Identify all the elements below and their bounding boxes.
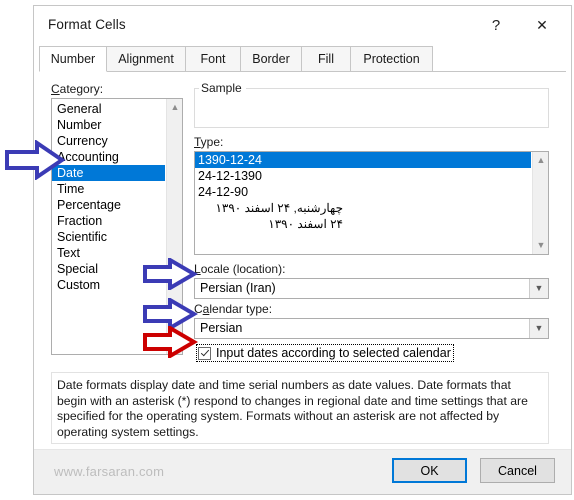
tab-font[interactable]: Font [185, 46, 241, 72]
type-item-3[interactable]: 24-12-90 [195, 184, 531, 200]
sample-groupbox [194, 88, 549, 128]
type-items: 1390-12-24 24-12-1390 24-12-90 چهارشنبه,… [195, 152, 531, 232]
category-item-currency[interactable]: Currency [52, 133, 165, 149]
input-dates-checkbox-label: Input dates according to selected calend… [216, 346, 451, 360]
category-item-text[interactable]: Text [52, 245, 165, 261]
type-listbox[interactable]: 1390-12-24 24-12-1390 24-12-90 چهارشنبه,… [194, 151, 549, 255]
chevron-up-icon[interactable]: ▲ [167, 99, 182, 116]
calendar-type-combobox[interactable]: Persian ▼ [194, 318, 549, 339]
category-item-general[interactable]: General [52, 101, 165, 117]
locale-value: Persian (Iran) [200, 281, 276, 295]
category-item-special[interactable]: Special [52, 261, 165, 277]
chevron-down-icon[interactable]: ▼ [529, 279, 548, 298]
locale-combobox[interactable]: Persian (Iran) ▼ [194, 278, 549, 299]
category-item-percentage[interactable]: Percentage [52, 197, 165, 213]
category-item-scientific[interactable]: Scientific [52, 229, 165, 245]
type-item-4[interactable]: چهارشنبه, ۲۴ اسفند ۱۳۹۰ [195, 200, 531, 216]
category-listbox[interactable]: General Number Currency Accounting Date … [51, 98, 183, 355]
locale-label: Locale (location): [194, 262, 286, 276]
chevron-down-icon[interactable]: ▼ [533, 237, 548, 254]
category-item-accounting[interactable]: Accounting [52, 149, 165, 165]
type-scrollbar[interactable]: ▲ ▼ [532, 152, 548, 254]
input-dates-checkbox[interactable]: Input dates according to selected calend… [196, 344, 454, 362]
chevron-down-icon[interactable]: ▼ [529, 319, 548, 338]
category-scrollbar[interactable]: ▲ [166, 99, 182, 354]
format-cells-dialog: Format Cells ? ✕ Number Alignment Font B… [33, 5, 572, 495]
calendar-type-label: Calendar type: [194, 302, 273, 316]
type-item-1[interactable]: 1390-12-24 [195, 152, 531, 168]
tab-border[interactable]: Border [240, 46, 302, 72]
category-item-custom[interactable]: Custom [52, 277, 165, 293]
calendar-type-value: Persian [200, 321, 243, 335]
chevron-up-icon[interactable]: ▲ [533, 152, 548, 169]
number-tab-panel: Category: General Number Currency Accoun… [39, 72, 566, 456]
category-item-fraction[interactable]: Fraction [52, 213, 165, 229]
category-item-date[interactable]: Date [52, 165, 165, 181]
category-label: Category: [51, 82, 104, 96]
tab-fill[interactable]: Fill [301, 46, 351, 72]
type-item-5[interactable]: ۲۴ اسفند ۱۳۹۰ [195, 216, 531, 232]
dialog-title: Format Cells [48, 17, 126, 32]
cancel-button[interactable]: Cancel [480, 458, 555, 483]
close-icon[interactable]: ✕ [527, 12, 557, 38]
help-icon[interactable]: ? [481, 12, 511, 38]
tab-alignment[interactable]: Alignment [106, 46, 186, 72]
tab-protection[interactable]: Protection [350, 46, 433, 72]
tab-number[interactable]: Number [39, 46, 107, 72]
category-items: General Number Currency Accounting Date … [52, 99, 165, 293]
checkmark-icon[interactable] [198, 346, 211, 360]
tab-strip: Number Alignment Font Border Fill Protec… [39, 46, 566, 72]
title-bar: Format Cells ? ✕ [34, 6, 571, 44]
type-label: Type: [194, 135, 224, 149]
watermark-text: www.farsaran.com [54, 464, 165, 479]
type-item-2[interactable]: 24-12-1390 [195, 168, 531, 184]
sample-label: Sample [199, 81, 246, 95]
category-item-time[interactable]: Time [52, 181, 165, 197]
ok-button[interactable]: OK [392, 458, 467, 483]
dialog-footer: www.farsaran.com OK Cancel [34, 449, 571, 494]
description-text: Date formats display date and time seria… [57, 378, 528, 439]
category-item-number[interactable]: Number [52, 117, 165, 133]
